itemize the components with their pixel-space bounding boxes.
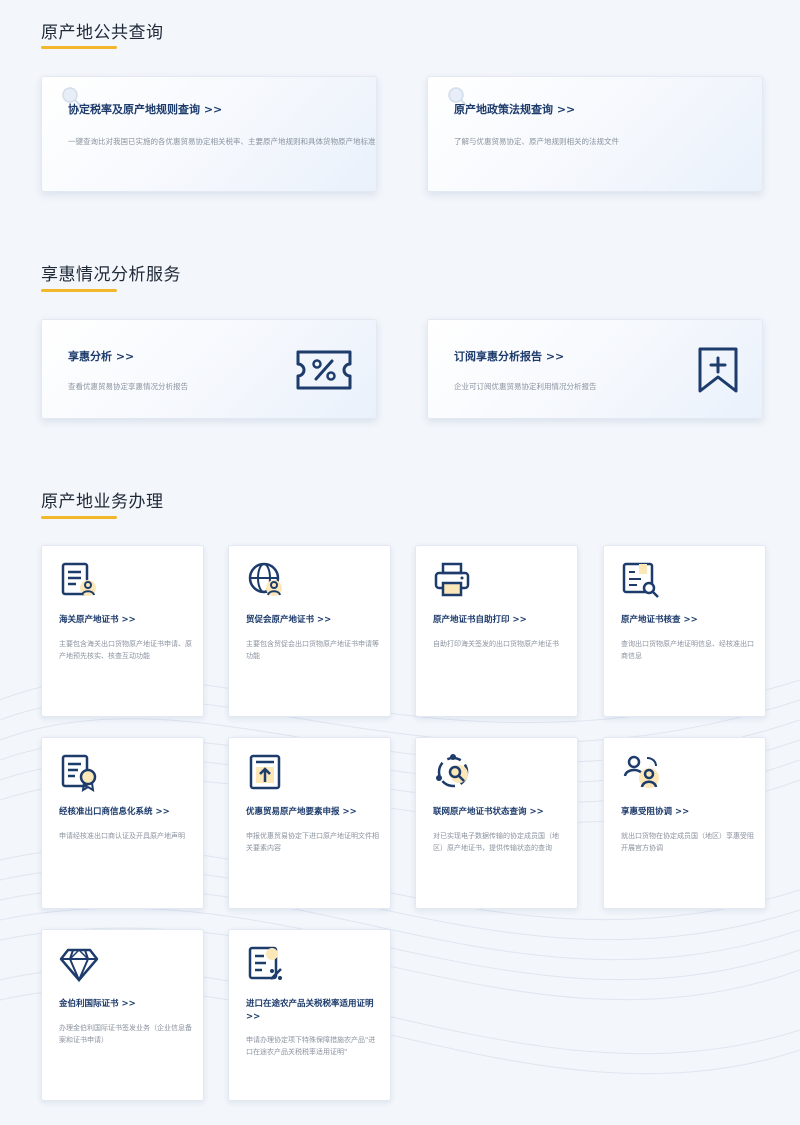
card-description: 就出口货物在协定成员国（地区）享惠受阻开展官方协调 — [621, 832, 754, 852]
card-origin-element-declaration[interactable]: 优惠贸易原产地要素申报 >> 申报优惠贸易协定下进口原产地证明文件相关要素内容 — [228, 737, 391, 909]
card-kimberley-certificate[interactable]: 金伯利国际证书 >> 办理金伯利国际证书签发业务（企业信息备案和证书申请） — [41, 929, 204, 1101]
card-title: 海关原产地证书 >> — [59, 615, 136, 625]
section-underline — [41, 289, 117, 292]
card-title: 享惠受阻协调 >> — [621, 807, 690, 817]
certificate-badge-icon — [61, 754, 97, 792]
card-ccpit-certificate[interactable]: 贸促会原产地证书 >> 主要包含贸促会出口货物原产地证书申请等功能 — [228, 545, 391, 717]
card-in-transit-tariff-certificate[interactable]: 进口在途农产品关税税率适用证明 >> 申请办理协定项下特殊保障措施农产品"进口在… — [228, 929, 391, 1101]
printer-icon — [434, 562, 470, 597]
card-description: 查看优惠贸易协定享惠情况分析报告 — [68, 382, 188, 391]
card-networked-status-query[interactable]: 联网原产地证书状态查询 >> 对已实现电子数据传输的协定成员国（地区）原产地证书… — [415, 737, 578, 909]
card-title: 协定税率及原产地规则查询 >> — [68, 103, 223, 116]
certificate-user-icon — [61, 562, 96, 596]
card-description: 主要包含贸促会出口货物原产地证书申请等功能 — [246, 640, 379, 660]
diamond-icon — [59, 948, 99, 983]
card-title: 原产地证书核查 >> — [621, 615, 698, 625]
card-tariff-rules-query[interactable]: 协定税率及原产地规则查询 >> 一键查询比对我国已实施的各优惠贸易协定相关税率、… — [41, 76, 377, 192]
card-description: 自助打印海关签发的出口货物原产地证书 — [433, 640, 559, 648]
card-policy-query[interactable]: 原产地政策法规查询 >> 了解与优惠贸易协定、原产地规则相关的法规文件 — [427, 76, 763, 192]
card-subscribe-analysis-report[interactable]: 订阅享惠分析报告 >> 企业可订阅优惠贸易协定利用情况分析报告 — [427, 319, 763, 419]
section-title-business: 原产地业务办理 — [41, 492, 164, 512]
network-search-icon — [436, 754, 469, 788]
card-title: 联网原产地证书状态查询 >> — [433, 807, 544, 817]
card-description: 一键查询比对我国已实施的各优惠贸易协定相关税率、主要原产地规则和具体货物原产地标… — [68, 137, 376, 146]
upload-document-icon — [249, 754, 281, 790]
card-description: 了解与优惠贸易协定、原产地规则相关的法规文件 — [454, 137, 619, 146]
card-description: 办理金伯利国际证书签发业务（企业信息备案和证书申请） — [59, 1024, 192, 1044]
card-title: 贸促会原产地证书 >> — [246, 615, 332, 625]
card-description: 主要包含海关出口货物原产地证书申请、原产地预先核实、核查互动功能 — [59, 640, 192, 660]
document-search-icon — [622, 562, 659, 598]
card-title: 金伯利国际证书 >> — [59, 999, 136, 1009]
section-underline — [41, 516, 117, 519]
card-certificate-verification[interactable]: 原产地证书核查 >> 查询出口货物原产地证明信息、经核准出口商信息 — [603, 545, 766, 717]
card-approved-exporter-system[interactable]: 经核准出口商信息化系统 >> 申请经核准出口商认证及开具原产地声明 — [41, 737, 204, 909]
card-title: 原产地政策法规查询 >> — [454, 103, 576, 116]
card-description: 申报优惠贸易协定下进口原产地证明文件相关要素内容 — [246, 832, 379, 852]
globe-user-icon — [248, 562, 282, 596]
document-percent-icon — [248, 946, 282, 980]
section-underline — [41, 46, 117, 49]
section-title-public-query: 原产地公共查询 — [41, 23, 164, 43]
card-customs-certificate[interactable]: 海关原产地证书 >> 主要包含海关出口货物原产地证书申请、原产地预先核实、核查互… — [41, 545, 204, 717]
card-self-print[interactable]: 原产地证书自助打印 >> 自助打印海关签发的出口货物原产地证书 — [415, 545, 578, 717]
card-title: 享惠分析 >> — [68, 350, 135, 363]
bookmark-plus-icon — [698, 347, 738, 393]
percent-ticket-icon — [296, 350, 352, 390]
card-title: 订阅享惠分析报告 >> — [454, 350, 565, 363]
card-description: 申请办理协定项下特殊保障措施农产品"进口在途农产品关税税率适用证明" — [246, 1036, 376, 1056]
card-description: 申请经核准出口商认证及开具原产地声明 — [59, 832, 185, 840]
card-description: 企业可订阅优惠贸易协定利用情况分析报告 — [454, 382, 597, 391]
card-benefit-analysis[interactable]: 享惠分析 >> 查看优惠贸易协定享惠情况分析报告 — [41, 319, 377, 419]
card-title: 优惠贸易原产地要素申报 >> — [246, 807, 357, 817]
card-description: 对已实现电子数据传输的协定成员国（地区）原产地证书，提供传输状态的查询 — [433, 832, 559, 852]
card-description: 查询出口货物原产地证明信息、经核准出口商信息 — [621, 640, 754, 660]
card-title: 经核准出口商信息化系统 >> — [59, 807, 170, 817]
users-coordinate-icon — [623, 755, 659, 788]
card-benefit-obstruction-coordination[interactable]: 享惠受阻协调 >> 就出口货物在协定成员国（地区）享惠受阻开展官方协调 — [603, 737, 766, 909]
section-title-benefit-analysis: 享惠情况分析服务 — [41, 265, 181, 285]
card-title: 进口在途农产品关税税率适用证明 >> — [246, 999, 374, 1022]
card-title: 原产地证书自助打印 >> — [433, 615, 527, 625]
